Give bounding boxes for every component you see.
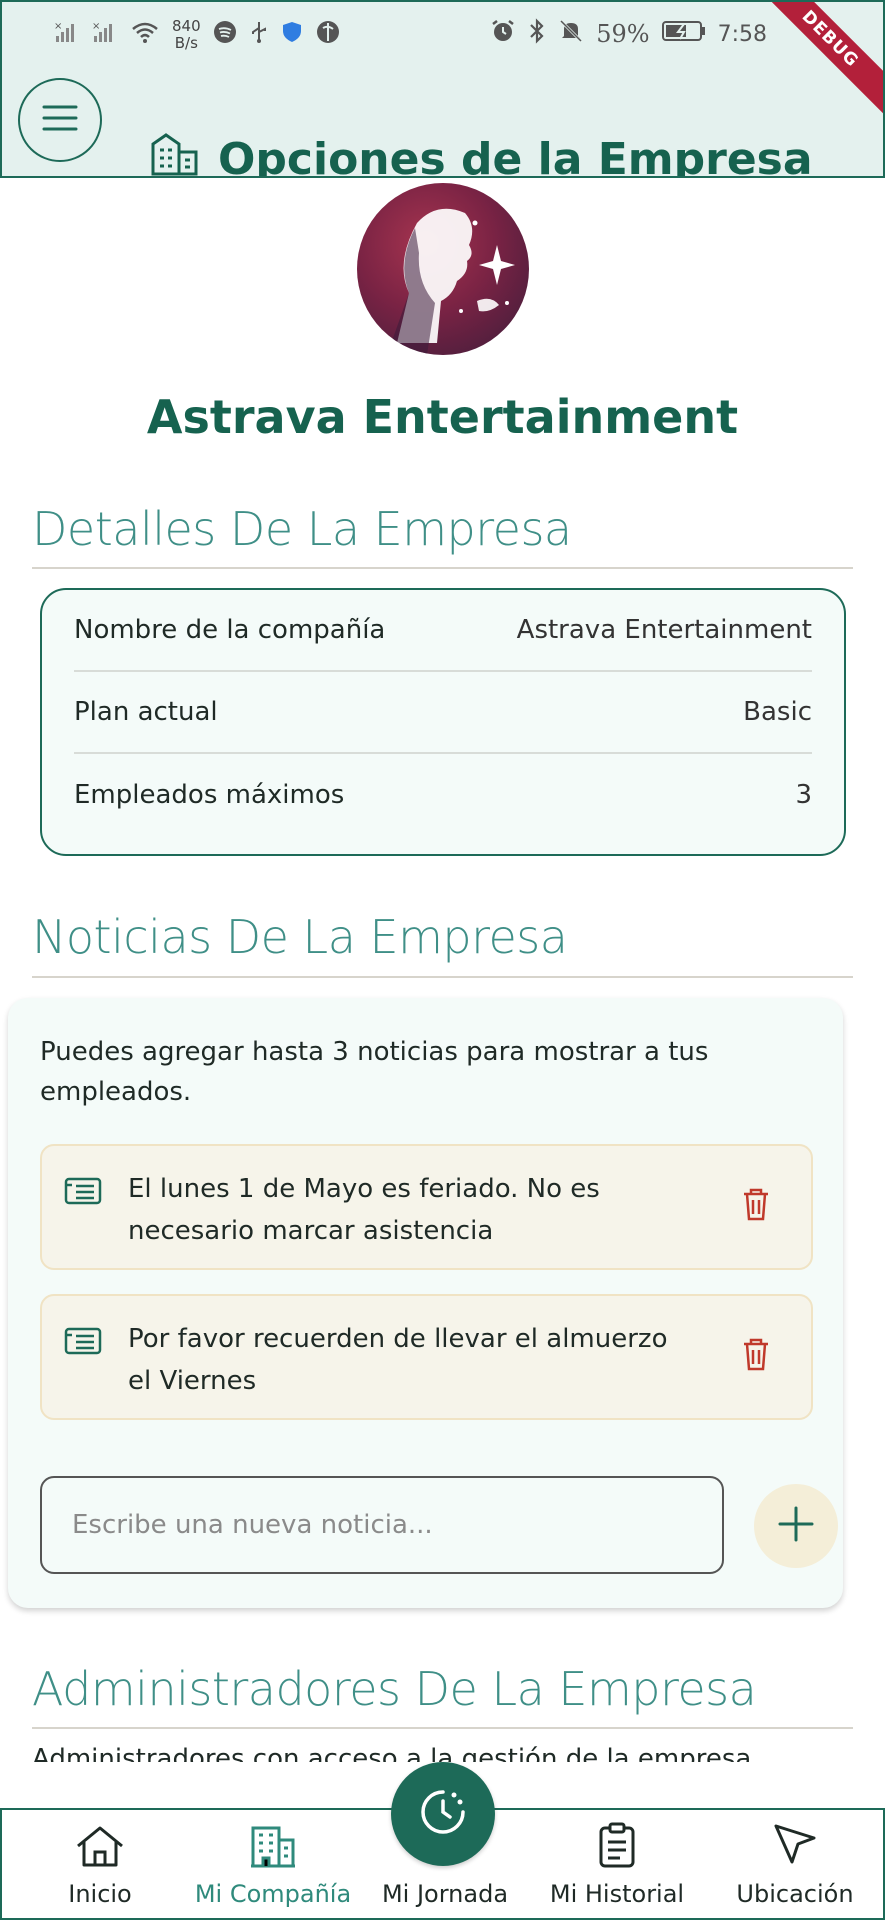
detail-value: 3: [795, 780, 812, 810]
vpn-icon: [315, 19, 341, 51]
svg-text:×: ×: [54, 21, 62, 32]
nav-label: Mi Jornada: [381, 1880, 509, 1908]
shield-icon: [281, 20, 303, 50]
usb-icon: [249, 20, 269, 50]
news-item-text: El lunes 1 de Mayo es feriado. No es nec…: [128, 1174, 600, 1246]
building-icon: [150, 132, 200, 176]
detail-row-max-employees: Empleados máximos 3: [74, 754, 812, 836]
detail-key: Plan actual: [74, 697, 218, 727]
newspaper-icon: [64, 1176, 102, 1210]
section-divider: [32, 1727, 853, 1729]
app-bar: × × 840 B/s 59% 7:58 DEBUG Opciones de l…: [0, 0, 885, 178]
section-divider: [32, 976, 853, 978]
news-intro: Puedes agregar hasta 3 noticias para mos…: [40, 1037, 709, 1107]
building-icon: [249, 1824, 297, 1874]
nav-item-mi-historial[interactable]: Mi Historial: [542, 1810, 692, 1918]
nav-item-inicio[interactable]: Inicio: [42, 1810, 158, 1918]
nav-item-ubicacion[interactable]: Ubicación: [720, 1810, 870, 1918]
admins-subtitle: Administradores con acceso a la gestión …: [32, 1744, 752, 1762]
plus-icon: [776, 1504, 816, 1548]
detail-key: Nombre de la compañía: [74, 615, 386, 645]
detail-row-plan: Plan actual Basic: [74, 672, 812, 754]
battery-percent: 59%: [596, 20, 650, 48]
hamburger-icon: [42, 104, 78, 136]
news-card: Puedes agregar hasta 3 noticias para mos…: [8, 998, 843, 1608]
signal-icon-2: ×: [92, 20, 118, 50]
admins-section-title: Administradores De La Empresa: [32, 1662, 757, 1716]
menu-button[interactable]: [18, 78, 102, 162]
spotify-icon: [213, 20, 237, 50]
detail-key: Empleados máximos: [74, 780, 345, 810]
net-speed: 840 B/s: [172, 18, 201, 52]
company-logo: [357, 183, 529, 355]
net-speed-unit: B/s: [174, 34, 198, 52]
bluetooth-icon: [528, 18, 546, 50]
nav-label: Mi Compañía: [194, 1880, 352, 1908]
nav-label: Inicio: [68, 1880, 132, 1908]
trash-icon[interactable]: [741, 1186, 771, 1226]
nav-label: Mi Historial: [549, 1880, 685, 1908]
nav-item-mi-compania[interactable]: Mi Compañía: [188, 1810, 358, 1918]
news-item: Por favor recuerden de llevar el almuerz…: [40, 1294, 813, 1420]
page-title-text: Opciones de la Empresa: [218, 134, 813, 178]
news-section-title: Noticias De La Empresa: [32, 910, 568, 964]
page-title: Opciones de la Empresa: [150, 132, 813, 178]
alarm-icon: [490, 18, 516, 50]
signal-icon: ×: [54, 20, 80, 50]
details-card: Nombre de la compañía Astrava Entertainm…: [40, 588, 846, 856]
news-item-text: Por favor recuerden de llevar el almuerz…: [128, 1324, 668, 1396]
home-icon: [74, 1824, 126, 1874]
mute-icon: [558, 18, 584, 50]
status-bar: × × 840 B/s 59% 7:58: [2, 14, 883, 58]
mi-jornada-fab[interactable]: [391, 1762, 495, 1866]
company-name: Astrava Entertainment: [146, 390, 739, 444]
clock-time: 7:58: [717, 21, 767, 47]
detail-row-company-name: Nombre de la compañía Astrava Entertainm…: [74, 590, 812, 672]
clipboard-icon: [597, 1822, 637, 1874]
detail-value: Astrava Entertainment: [516, 615, 812, 645]
add-news-button[interactable]: [754, 1484, 838, 1568]
navigation-arrow-icon: [772, 1822, 818, 1874]
newspaper-icon: [64, 1326, 102, 1360]
nav-label: Ubicación: [736, 1880, 854, 1908]
clock-icon: [418, 1787, 468, 1841]
detail-value: Basic: [743, 697, 812, 727]
wifi-icon: [130, 20, 160, 50]
details-section-title: Detalles De La Empresa: [32, 502, 572, 556]
svg-text:×: ×: [92, 21, 100, 32]
net-speed-value: 840: [172, 17, 201, 35]
news-item: El lunes 1 de Mayo es feriado. No es nec…: [40, 1144, 813, 1270]
battery-icon: [661, 19, 706, 49]
trash-icon[interactable]: [741, 1336, 771, 1376]
new-news-input[interactable]: [40, 1476, 724, 1574]
section-divider: [32, 567, 853, 569]
